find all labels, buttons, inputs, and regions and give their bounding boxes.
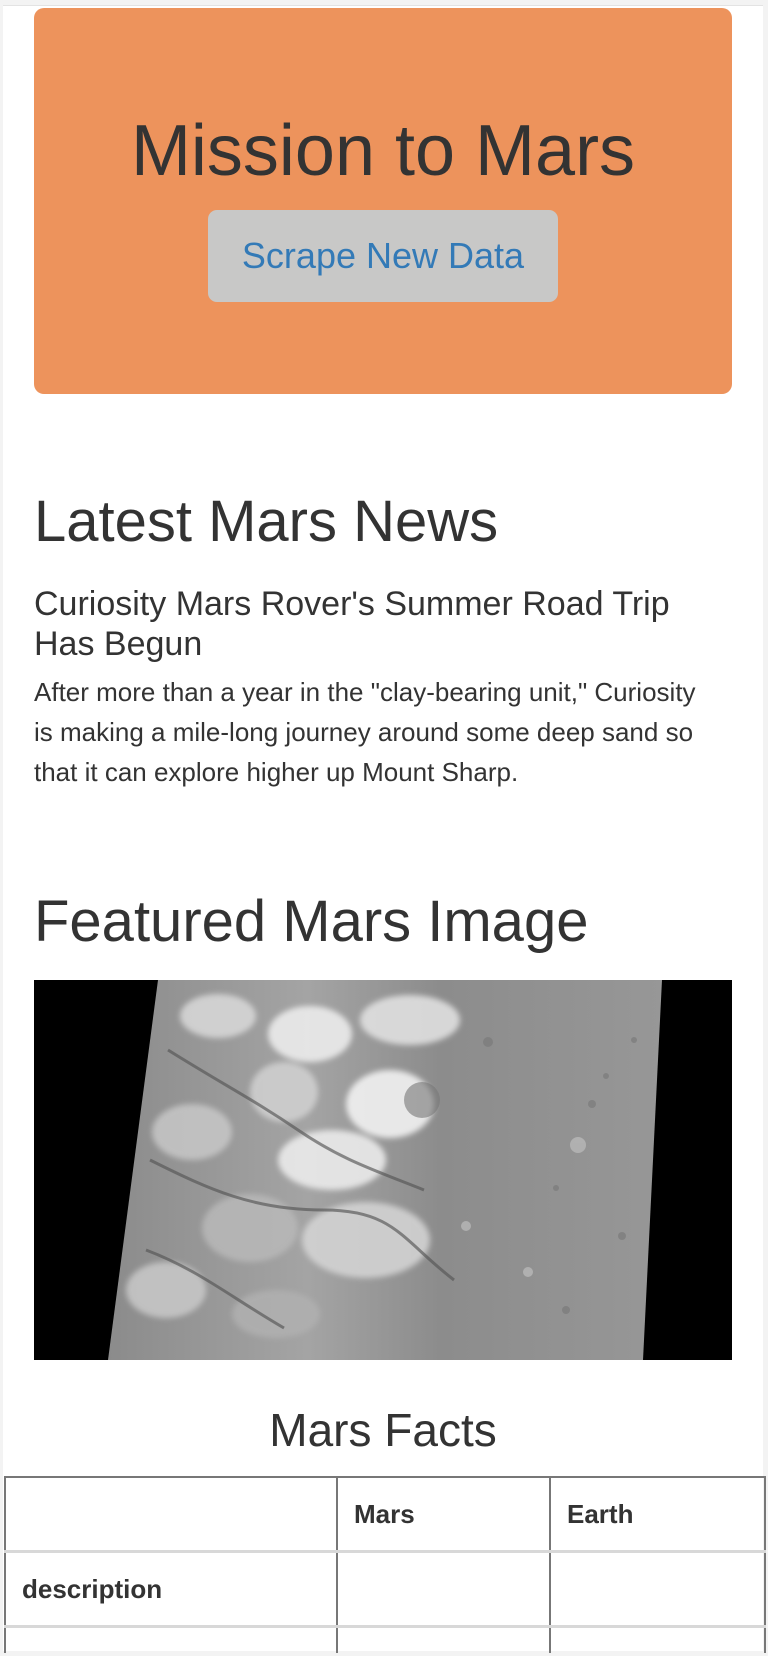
mars-facts-table: Mars Earth description [4,1476,766,1653]
table-cell-label: description [4,1551,338,1628]
table-cell-earth [549,1551,766,1628]
table-row [4,1626,766,1653]
table-cell-earth [549,1626,766,1653]
scrape-new-data-button[interactable]: Scrape New Data [208,210,558,302]
table-header-earth: Earth [549,1476,766,1553]
mars-terrain-image [34,980,732,1360]
featured-mars-image [34,980,732,1360]
table-cell-label [4,1626,338,1653]
news-title: Curiosity Mars Rover's Summer Road Trip … [34,585,670,663]
news-teaser: After more than a year in the "clay-bear… [34,677,696,787]
table-header-blank [4,1476,338,1553]
featured-image-heading: Featured Mars Image [34,889,589,954]
mars-facts-heading: Mars Facts [269,1404,497,1456]
table-header-row: Mars Earth [4,1476,766,1553]
table-cell-mars [336,1551,551,1628]
table-cell-mars [336,1626,551,1653]
page-title: Mission to Mars [130,111,636,191]
page: Mission to Mars Scrape New Data Latest M… [3,5,766,1653]
latest-news-heading: Latest Mars News [34,489,499,554]
table-row: description [4,1551,766,1628]
table-header-mars: Mars [336,1476,551,1553]
hero-banner: Mission to Mars Scrape New Data [34,8,732,394]
